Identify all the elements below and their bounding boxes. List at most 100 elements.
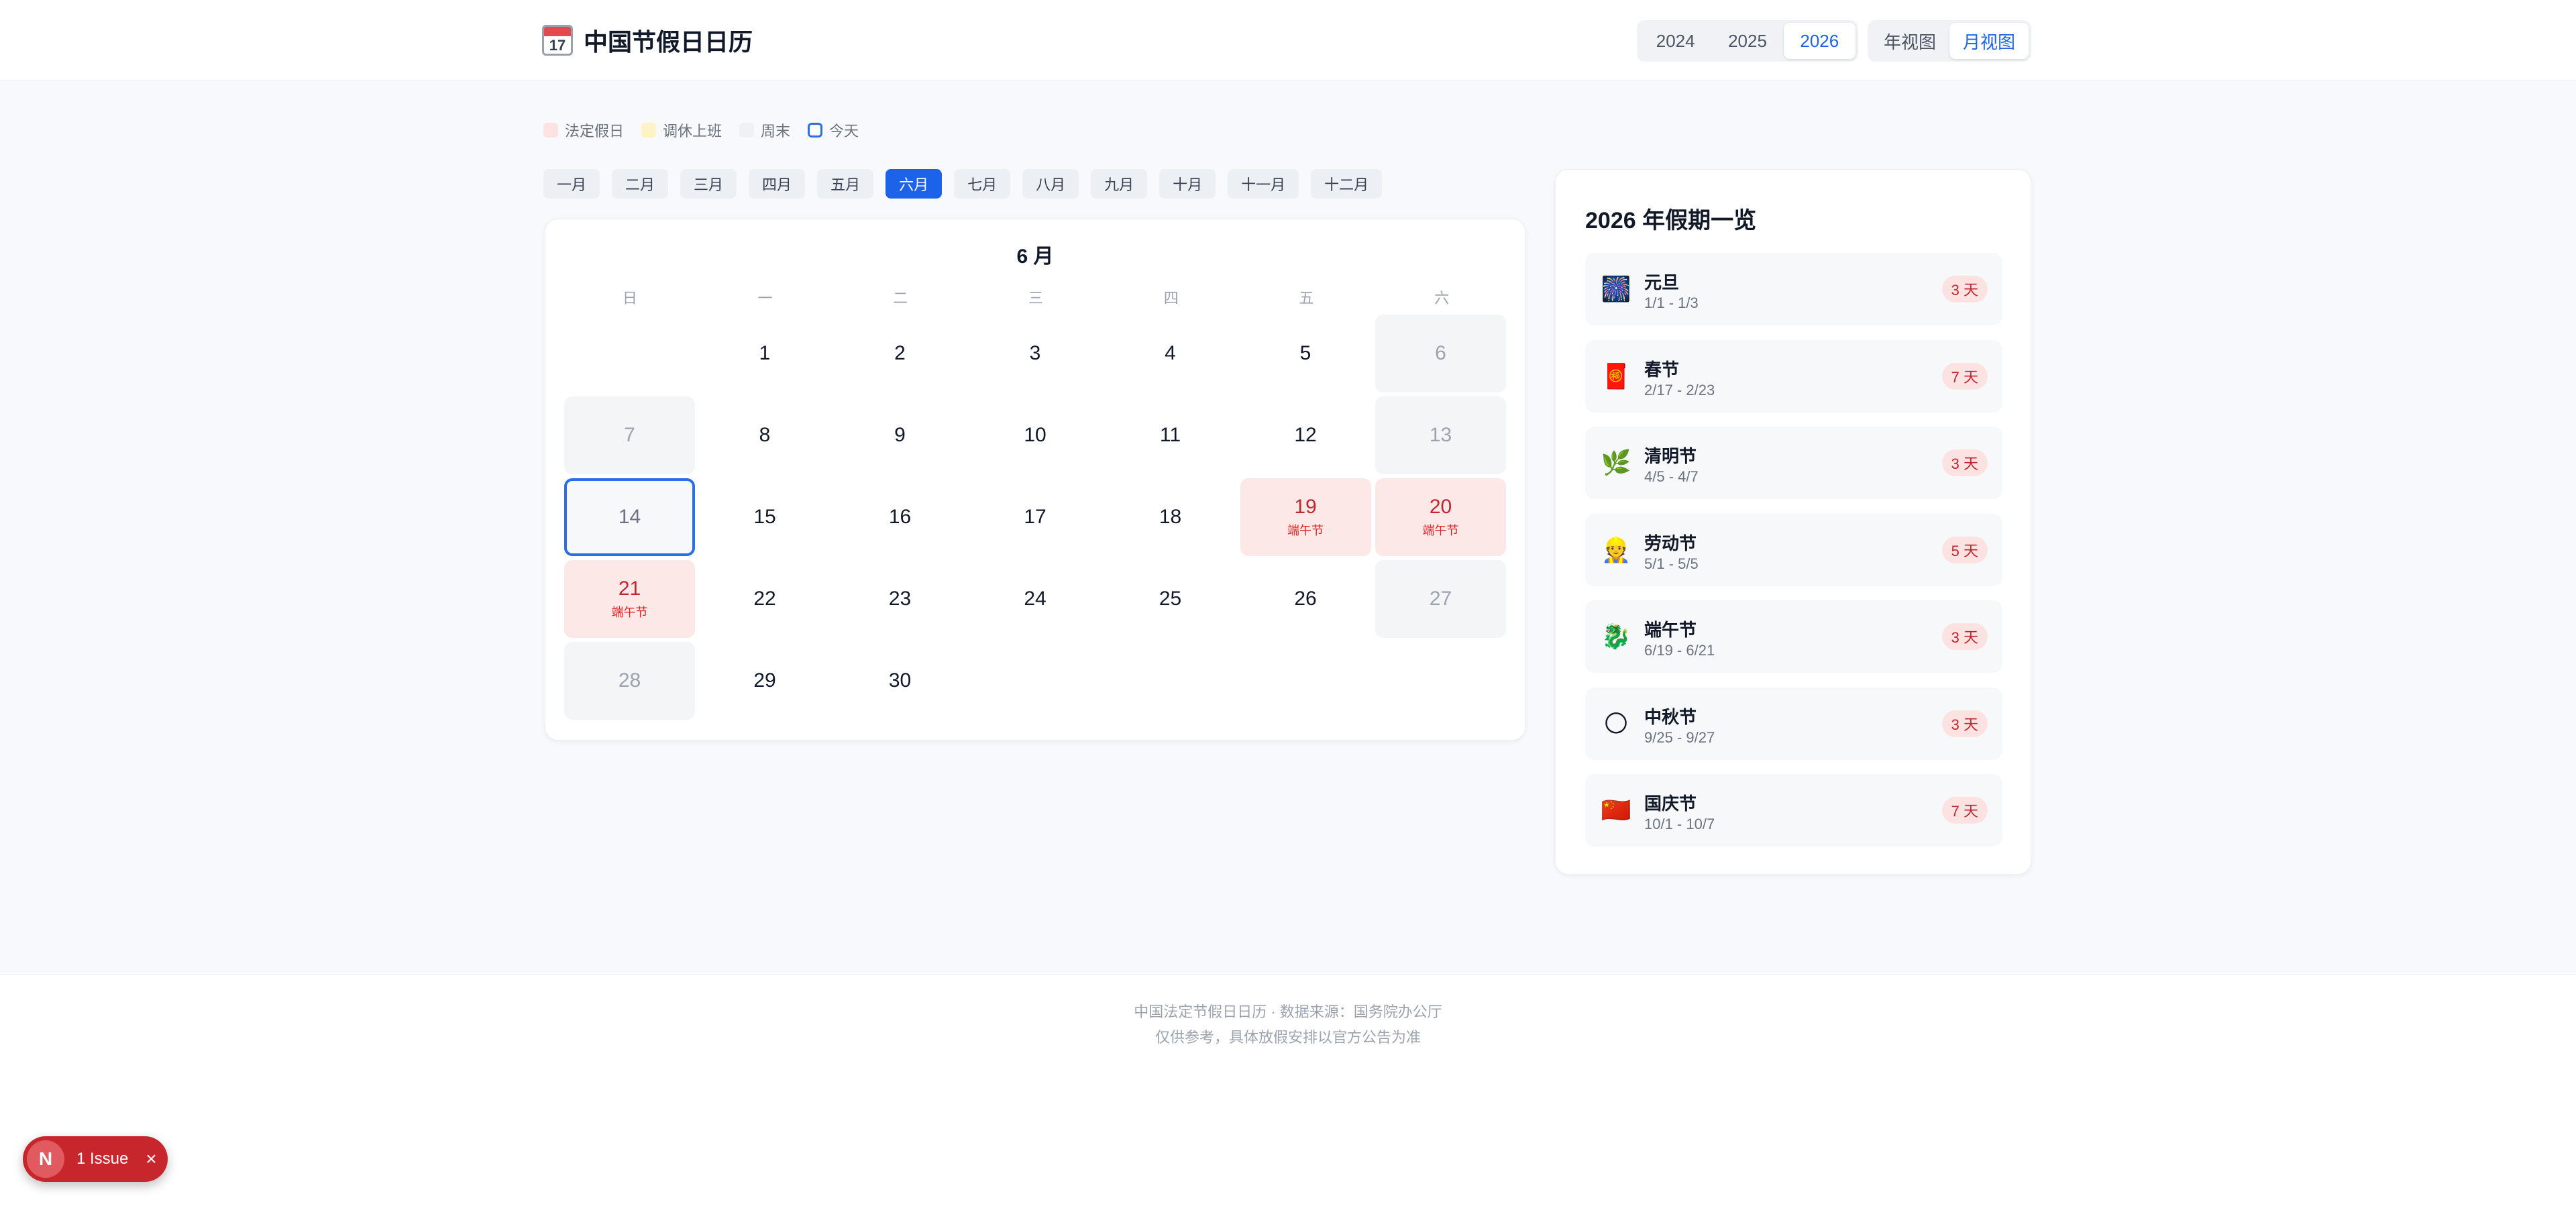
day-cell[interactable]: 1 (700, 315, 830, 392)
weekend-day-cell[interactable]: 28 (564, 642, 695, 720)
month-tab-7[interactable]: 七月 (954, 169, 1011, 199)
day-cell[interactable]: 15 (700, 478, 830, 556)
issues-badge[interactable]: N 1 Issue × (23, 1136, 168, 1182)
calendar-card: 6 月 日一二三四五六 1 2 3 4 5 6 7 8 9 10 11 12 13 14 15 16 17 18 1… (545, 219, 1525, 741)
day-number: 3 (1029, 342, 1041, 364)
holiday-name-label: 端午节 (1422, 524, 1459, 537)
day-cell[interactable]: 25 (1105, 560, 1236, 638)
day-number: 11 (1159, 424, 1181, 446)
panel-title: 2026 年假期一览 (1585, 208, 1757, 233)
day-cell[interactable]: 23 (835, 560, 965, 638)
herb-icon: 🌿 (1601, 449, 1631, 476)
day-cell[interactable]: 3 (970, 315, 1101, 392)
holiday-item[interactable]: 🌕 中秋节 9/25 - 9/27 3 天 (1585, 687, 2002, 760)
holiday-date-range: 9/25 - 9/27 (1644, 728, 1715, 746)
holiday-days-badge: 3 天 (1941, 623, 1988, 650)
day-number: 5 (1299, 342, 1311, 364)
weekend-day-cell[interactable]: 27 (1375, 560, 1506, 638)
weekday-label: 五 (1299, 290, 1314, 307)
holiday-item[interactable]: 🎆 元旦 1/1 - 1/3 3 天 (1585, 253, 2002, 325)
day-cell[interactable]: 24 (970, 560, 1101, 638)
app-title: 中国节假日日历 (584, 28, 753, 56)
brand: 17 中国节假日日历 (542, 23, 753, 58)
holiday-item[interactable]: 👷 劳动节 5/1 - 5/5 5 天 (1585, 513, 2002, 586)
day-cell[interactable]: 12 (1240, 396, 1371, 474)
holiday-date-range: 4/5 - 4/7 (1644, 468, 1699, 485)
day-cell[interactable]: 9 (835, 396, 965, 474)
day-number: 8 (759, 424, 771, 446)
legend-item: 调休上班 (641, 119, 722, 141)
day-cell[interactable]: 16 (835, 478, 965, 556)
holiday-days-badge: 3 天 (1941, 449, 1988, 476)
month-tab-8[interactable]: 八月 (1022, 169, 1079, 199)
day-cell[interactable]: 22 (700, 560, 830, 638)
legend-item: 周末 (739, 119, 790, 141)
today-cell[interactable]: 14 (564, 478, 695, 556)
day-number: 27 (1429, 588, 1452, 610)
month-tab-6[interactable]: 六月 (885, 169, 943, 199)
holiday-name-label: 端午节 (611, 606, 648, 619)
holiday-day-cell[interactable]: 21 端午节 (564, 560, 695, 638)
month-tab-12[interactable]: 十二月 (1311, 169, 1383, 199)
holiday-days-badge: 7 天 (1941, 797, 1988, 824)
day-cell[interactable]: 8 (700, 396, 830, 474)
holiday-day-cell[interactable]: 19 端午节 (1240, 478, 1371, 556)
holiday-date-range: 2/17 - 2/23 (1644, 381, 1715, 398)
day-number: 1 (759, 342, 771, 364)
day-cell[interactable]: 11 (1105, 396, 1236, 474)
close-icon[interactable]: × (142, 1150, 160, 1168)
weekday-label: 六 (1434, 290, 1450, 307)
footer-source: 中国法定节假日日历 · 数据来源：国务院办公厅 (1134, 1003, 1442, 1020)
month-tab-3[interactable]: 三月 (680, 169, 737, 199)
year-view-tab[interactable]: 年视图 (1870, 23, 1949, 59)
year-tab-2024[interactable]: 2024 (1640, 23, 1711, 59)
holiday-item[interactable]: 🐉 端午节 6/19 - 6/21 3 天 (1585, 600, 2002, 673)
holiday-name: 中秋节 (1644, 706, 1697, 727)
legend-item: 今天 (808, 119, 859, 141)
month-tab-5[interactable]: 五月 (817, 169, 874, 199)
holiday-day-cell[interactable]: 20 端午节 (1375, 478, 1506, 556)
year-tab-2026[interactable]: 2026 (1783, 23, 1856, 59)
day-number: 14 (618, 506, 641, 528)
holiday-name: 劳动节 (1644, 533, 1697, 553)
weekday-header: 日一二三四五六 (564, 286, 1507, 308)
day-cell[interactable]: 26 (1240, 560, 1371, 638)
day-cell[interactable]: 30 (835, 642, 965, 720)
year-tab-2025[interactable]: 2025 (1711, 23, 1783, 59)
month-tab-11[interactable]: 十一月 (1228, 169, 1299, 199)
holiday-item[interactable]: 🇨🇳 国庆节 10/1 - 10/7 7 天 (1585, 774, 2002, 846)
holiday-name-label: 端午节 (1287, 524, 1324, 537)
holiday-name: 清明节 (1644, 446, 1697, 466)
day-cell[interactable]: 5 (1240, 315, 1371, 392)
day-number: 10 (1024, 424, 1046, 446)
month-tab-1[interactable]: 一月 (543, 169, 600, 199)
weekday-label: 日 (622, 290, 637, 307)
day-number: 19 (1294, 496, 1317, 518)
day-cell[interactable]: 29 (700, 642, 830, 720)
holiday-item[interactable]: 🧧 春节 2/17 - 2/23 7 天 (1585, 339, 2002, 413)
legend-swatch (641, 123, 657, 138)
day-cell[interactable]: 4 (1105, 315, 1236, 392)
day-number: 21 (618, 578, 641, 600)
legend-label: 今天 (829, 123, 859, 140)
day-cell[interactable]: 18 (1105, 478, 1236, 556)
holiday-date-range: 1/1 - 1/3 (1644, 294, 1699, 311)
month-tab-10[interactable]: 十月 (1159, 169, 1216, 199)
holiday-name: 元旦 (1644, 272, 1680, 292)
fireworks-icon: 🎆 (1601, 275, 1631, 303)
worker-icon: 👷 (1601, 535, 1631, 563)
month-tab-9[interactable]: 九月 (1091, 169, 1148, 199)
issues-label: 1 Issue (76, 1150, 129, 1168)
empty-day-cell (564, 315, 695, 392)
weekend-day-cell[interactable]: 13 (1375, 396, 1506, 474)
footer: 中国法定节假日日历 · 数据来源：国务院办公厅 仅供参考，具体放假安排以官方公告… (0, 974, 2576, 1206)
day-cell[interactable]: 10 (970, 396, 1101, 474)
holiday-item[interactable]: 🌿 清明节 4/5 - 4/7 3 天 (1585, 427, 2002, 499)
month-tab-2[interactable]: 二月 (612, 169, 669, 199)
day-cell[interactable]: 2 (835, 315, 965, 392)
month-view-tab[interactable]: 月视图 (1949, 23, 2029, 59)
month-tab-4[interactable]: 四月 (749, 169, 806, 199)
day-cell[interactable]: 17 (970, 478, 1101, 556)
weekend-day-cell[interactable]: 6 (1375, 315, 1506, 392)
weekend-day-cell[interactable]: 7 (564, 396, 695, 474)
